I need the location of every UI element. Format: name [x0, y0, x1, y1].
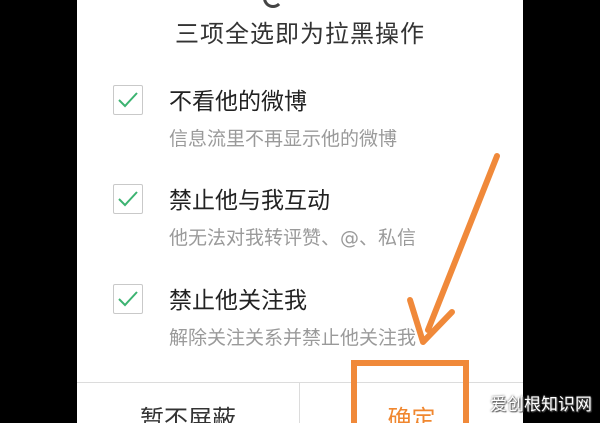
confirm-highlight-box: [351, 360, 469, 423]
watermark: 爱创根知识网: [490, 395, 592, 415]
arrow-icon: [407, 153, 500, 345]
screen: 三项全选即为拉黑操作 不看他的微博 信息流里不再显示他的微博 禁止他与我互动 他…: [0, 0, 600, 423]
